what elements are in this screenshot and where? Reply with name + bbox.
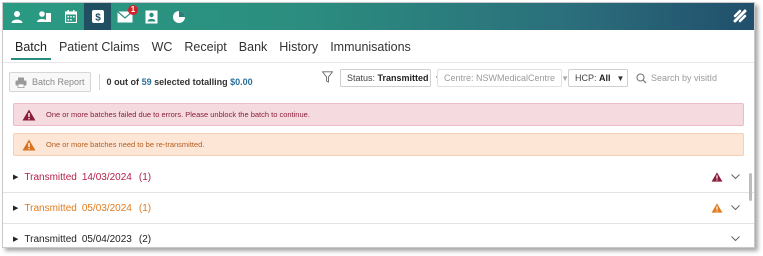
warning-alert: One or more batches need to be re-transm… [13, 133, 744, 156]
tab-batch[interactable]: Batch [11, 30, 51, 62]
mail-icon[interactable]: 1 [111, 3, 138, 30]
tab-history[interactable]: History [279, 30, 318, 62]
search-box [636, 72, 746, 84]
tab-receipt[interactable]: Receipt [184, 30, 226, 62]
batch-row[interactable]: ▶ Transmitted 05/03/2024 (1) [3, 193, 754, 224]
batch-date: 05/03/2024 [81, 202, 132, 214]
batch-date: 05/04/2023 [81, 233, 132, 245]
batch-report-label: Batch Report [32, 77, 85, 87]
hcp-filter-select[interactable]: HCP: All ▼ [568, 69, 628, 87]
batch-count: (2) [138, 233, 152, 245]
error-alert-text: One or more batches failed due to errors… [46, 110, 310, 119]
tab-immunisations[interactable]: Immunisations [330, 30, 411, 62]
unread-badge: 1 [128, 5, 138, 15]
svg-text:$: $ [95, 13, 101, 24]
warning-icon [22, 139, 36, 151]
selection-summary: 0 out of 59 selected totalling $0.00 [107, 77, 253, 87]
centre-filter-value: NSWMedicalCentre [476, 73, 556, 83]
expand-triangle-icon[interactable]: ▶ [13, 173, 18, 181]
error-warning-icon [22, 109, 36, 121]
batch-toolbar: Batch Report 0 out of 59 selected totall… [3, 63, 754, 99]
batch-row-actions [731, 224, 740, 247]
calendar-icon[interactable] [57, 3, 84, 30]
batch-row-actions [711, 162, 740, 192]
batch-row-label: Transmitted 05/03/2024 (1) [24, 203, 151, 214]
batch-list: ▶ Transmitted 14/03/2024 (1) ▶ Transmitted… [3, 162, 754, 247]
expand-triangle-icon[interactable]: ▶ [13, 235, 18, 243]
chevron-down-icon[interactable] [731, 236, 740, 242]
warning-alert-text: One or more batches need to be re-transm… [46, 140, 205, 149]
hcp-filter-value: All [599, 73, 611, 83]
total-count: 59 [141, 77, 152, 87]
hcp-filter-label: HCP: [575, 73, 597, 83]
tab-wc[interactable]: WC [152, 30, 173, 62]
contact-card-icon[interactable] [138, 3, 165, 30]
batch-row[interactable]: ▶ Transmitted 14/03/2024 (1) [3, 162, 754, 193]
batch-date: 14/03/2024 [81, 171, 132, 183]
tab-patient-claims[interactable]: Patient Claims [59, 30, 140, 62]
batch-status: Transmitted [24, 202, 77, 214]
tab-bank[interactable]: Bank [239, 30, 268, 62]
batch-row[interactable]: ▶ Transmitted 05/04/2023 (2) [3, 224, 754, 247]
batch-count: (1) [138, 171, 152, 183]
batch-report-button[interactable]: Batch Report [9, 72, 91, 92]
centre-filter-label: Centre: [444, 73, 474, 83]
chevron-down-icon[interactable] [731, 174, 740, 180]
status-filter-label: Status: [347, 73, 376, 83]
batch-row-label: Transmitted 14/03/2024 (1) [24, 172, 151, 183]
brand-logo-icon[interactable] [732, 8, 748, 27]
search-input[interactable] [647, 73, 746, 83]
centre-filter-select[interactable]: Centre: NSWMedicalCentre ▼ [437, 69, 569, 87]
selected-count: 0 [106, 77, 112, 87]
main-tabs: Batch Patient Claims WC Receipt Bank His… [3, 30, 754, 63]
divider [98, 74, 100, 90]
summary-text-2: selected totalling [154, 77, 228, 87]
top-nav-bar: $ 1 [3, 3, 754, 30]
dollar-icon[interactable]: $ [84, 3, 111, 30]
filter-icon[interactable] [321, 70, 334, 86]
chevron-down-icon: ▼ [616, 73, 625, 83]
selected-amount: $0.00 [230, 77, 253, 87]
app-window: $ 1 Batch Patient Claims WC Receipt Bank… [2, 2, 755, 248]
status-filter-value: Transmitted [377, 73, 429, 83]
batch-status: Transmitted [24, 171, 77, 183]
error-alert: One or more batches failed due to errors… [13, 103, 744, 126]
status-filter-select[interactable]: Status: Transmitted ▼ [340, 69, 442, 87]
patients-card-icon[interactable] [30, 3, 57, 30]
pie-chart-icon[interactable] [165, 3, 192, 30]
batch-count: (1) [138, 202, 152, 214]
vertical-scrollbar[interactable] [749, 173, 752, 201]
batch-status: Transmitted [24, 233, 77, 245]
expand-triangle-icon[interactable]: ▶ [13, 204, 18, 212]
person-icon[interactable] [3, 3, 30, 30]
printer-icon [15, 77, 27, 88]
warning-icon [711, 203, 723, 213]
summary-text-1: out of [114, 77, 140, 87]
batch-row-actions [711, 193, 740, 223]
search-icon [636, 72, 647, 83]
error-warning-icon [711, 172, 723, 182]
chevron-down-icon[interactable] [731, 205, 740, 211]
batch-row-label: Transmitted 05/04/2023 (2) [24, 234, 151, 245]
filter-group: Status: Transmitted ▼ Centre: NSWMedical… [321, 69, 746, 87]
